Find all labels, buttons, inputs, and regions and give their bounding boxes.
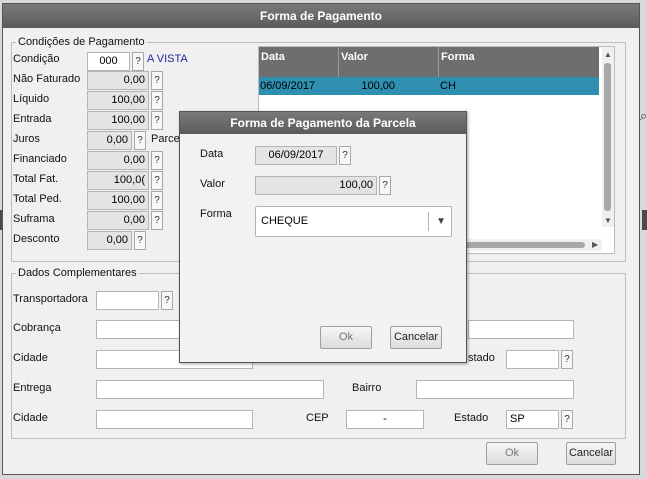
liquido-help-button[interactable]: ? — [151, 91, 163, 110]
estado-label-partial: stado — [468, 352, 495, 364]
juros-field: 0,00 — [87, 131, 132, 150]
entrada-field[interactable]: 100,00 — [87, 111, 149, 130]
liquido-field: 100,00 — [87, 91, 149, 110]
forma-pagamento-parcela-dialog: Forma de Pagamento da Parcela Data 06/09… — [179, 111, 467, 363]
dialog-data-help-button[interactable]: ? — [339, 146, 351, 165]
cidade-label: Cidade — [13, 352, 48, 364]
vertical-scroll-thumb[interactable] — [604, 63, 611, 211]
estado-help-button[interactable]: ? — [561, 350, 573, 369]
juros-help-button[interactable]: ? — [134, 131, 146, 150]
cep-input[interactable]: - — [346, 410, 424, 429]
cep-label: CEP — [306, 412, 329, 424]
entrada-help-button[interactable]: ? — [151, 111, 163, 130]
suframa-help-button[interactable]: ? — [151, 211, 163, 230]
horizontal-scroll-thumb[interactable] — [455, 242, 585, 248]
forma-select[interactable]: CHEQUE ▼ — [255, 206, 452, 237]
transportadora-help-button[interactable]: ? — [161, 291, 173, 310]
total-fat-label: Total Fat. — [13, 173, 59, 185]
cell-data: 06/09/2017 — [260, 80, 316, 92]
dialog-valor-label: Valor — [200, 178, 225, 190]
dialog-title: Forma de Pagamento da Parcela — [180, 112, 466, 134]
total-fat-field: 100,0( — [87, 171, 149, 190]
dialog-data-field: 06/09/2017 — [255, 146, 337, 165]
column-header-data[interactable]: Data — [259, 47, 339, 77]
cobranca-input[interactable] — [96, 320, 182, 339]
condicao-input[interactable]: 000 — [87, 52, 130, 71]
financiado-help-button[interactable]: ? — [151, 151, 163, 170]
bairro-label: Bairro — [352, 382, 382, 394]
entrada-label: Entrada — [13, 113, 52, 125]
table-row[interactable]: 06/09/2017 100,00 CH — [259, 77, 599, 95]
total-ped-label: Total Ped. — [13, 193, 62, 205]
dados-complementares-legend: Dados Complementares — [18, 267, 137, 279]
cell-forma: CH — [440, 80, 456, 92]
grid-header: Data Valor Forma — [259, 47, 599, 77]
desconto-label: Desconto — [13, 233, 60, 245]
dialog-ok-button[interactable]: Ok — [320, 326, 372, 349]
total-ped-field: 100,00 — [87, 191, 149, 210]
financiado-label: Financiado — [13, 153, 67, 165]
dialog-cancel-button[interactable]: Cancelar — [390, 326, 442, 349]
desconto-help-button[interactable]: ? — [134, 231, 146, 250]
nao-faturado-label: Não Faturado — [13, 73, 81, 85]
suframa-field: 0,00 — [87, 211, 149, 230]
search-icon: ⌕ — [640, 108, 647, 123]
estado2-help-button[interactable]: ? — [561, 410, 573, 429]
estado2-input[interactable]: SP — [506, 410, 559, 429]
transportadora-input[interactable] — [96, 291, 159, 310]
suframa-label: Suframa — [13, 213, 55, 225]
entrega-input[interactable] — [96, 380, 324, 399]
financiado-field: 0,00 — [87, 151, 149, 170]
juros-label: Juros — [13, 133, 40, 145]
estado-input[interactable] — [506, 350, 559, 369]
scroll-down-icon[interactable]: ▼ — [604, 216, 612, 225]
cidade2-label: Cidade — [13, 412, 48, 424]
condicao-help-button[interactable]: ? — [132, 52, 144, 71]
total-ped-help-button[interactable]: ? — [151, 191, 163, 210]
chevron-down-icon[interactable]: ▼ — [436, 207, 446, 236]
nao-faturado-help-button[interactable]: ? — [151, 71, 163, 90]
transportadora-label: Transportadora — [13, 293, 88, 305]
scroll-right-icon[interactable]: ▶ — [592, 240, 598, 249]
cobranca-label: Cobrança — [13, 322, 61, 334]
liquido-label: Líquido — [13, 93, 50, 105]
background-app-edge — [642, 210, 647, 230]
window-title: Forma de Pagamento — [3, 4, 639, 28]
estado2-label: Estado — [454, 412, 489, 424]
condicoes-pagamento-legend: Condições de Pagamento — [18, 36, 145, 48]
select-divider — [428, 212, 429, 231]
forma-select-value: CHEQUE — [261, 215, 309, 227]
scroll-up-icon[interactable]: ▲ — [604, 50, 612, 59]
cancel-button[interactable]: Cancelar — [566, 442, 616, 465]
dialog-data-label: Data — [200, 148, 224, 160]
dialog-valor-field[interactable]: 100,00 — [255, 176, 377, 195]
dialog-valor-help-button[interactable]: ? — [379, 176, 391, 195]
dialog-forma-label: Forma — [200, 208, 232, 220]
column-header-valor[interactable]: Valor — [339, 47, 439, 77]
vertical-scrollbar[interactable]: ▲ ▼ — [602, 47, 614, 227]
desconto-field: 0,00 — [87, 231, 132, 250]
condicao-label: Condição — [13, 53, 60, 65]
cell-valor: 100,00 — [361, 80, 395, 92]
ok-button[interactable]: Ok — [486, 442, 538, 465]
condicao-description: A VISTA — [147, 53, 188, 65]
entrega-label: Entrega — [13, 382, 52, 394]
cidade2-input[interactable] — [96, 410, 253, 429]
column-header-forma[interactable]: Forma — [439, 47, 599, 77]
total-fat-help-button[interactable]: ? — [151, 171, 163, 190]
parcelas-label: Parce — [151, 133, 180, 145]
nao-faturado-field: 0,00 — [87, 71, 149, 90]
bairro-input[interactable] — [416, 380, 574, 399]
cobranca-extra-input[interactable] — [468, 320, 574, 339]
